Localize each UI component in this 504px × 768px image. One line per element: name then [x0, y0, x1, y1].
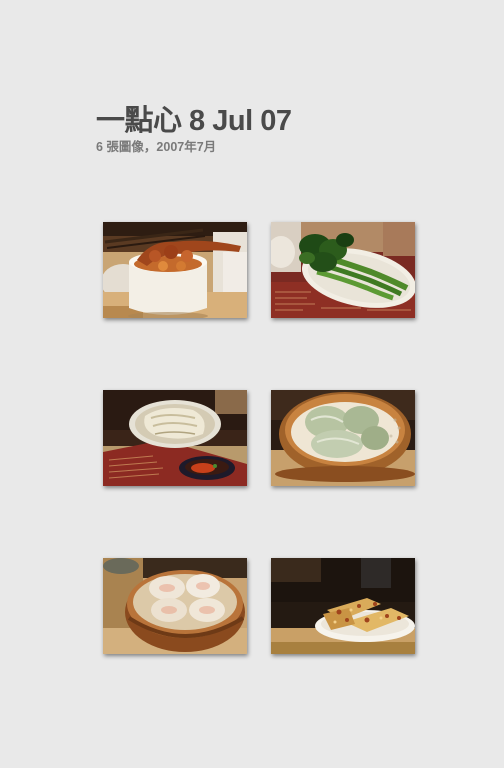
photo-thumbnail-5[interactable]: [103, 558, 247, 654]
fried-chicken-feet-bowl-photo: [103, 222, 247, 318]
photo-album-page: 一點心 8 Jul 07 6 張圖像，2007年7月: [0, 0, 504, 768]
turnip-cake-plate-photo: [271, 558, 415, 654]
photo-thumbnail-1[interactable]: [103, 222, 247, 318]
har-gow-shrimp-dumplings-basket-photo: [103, 558, 247, 654]
photo-thumbnail-2[interactable]: [271, 222, 415, 318]
photo-thumbnail-3[interactable]: [103, 390, 247, 486]
album-title: 一點心 8 Jul 07: [96, 105, 292, 137]
steamed-dumplings-basket-photo: [271, 390, 415, 486]
photo-thumbnail-4[interactable]: [271, 390, 415, 486]
album-header: 一點心 8 Jul 07 6 張圖像，2007年7月: [96, 103, 292, 155]
rice-noodle-roll-plate-photo: [103, 390, 247, 486]
gai-lan-vegetable-plate-photo: [271, 222, 415, 318]
album-subtitle: 6 張圖像，2007年7月: [96, 140, 217, 154]
photo-thumbnail-6[interactable]: [271, 558, 415, 654]
